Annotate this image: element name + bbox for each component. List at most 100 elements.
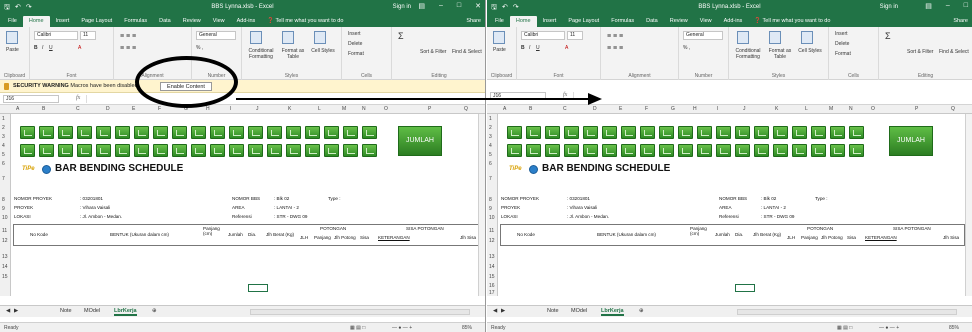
paste-icon[interactable]: [6, 31, 18, 44]
col-header[interactable]: N: [362, 106, 366, 112]
tab-file[interactable]: File: [2, 16, 23, 27]
delete-cells[interactable]: Delete: [835, 41, 849, 47]
selected-cell-j16[interactable]: [248, 284, 268, 292]
row-header[interactable]: 9: [2, 206, 5, 212]
find-select-label[interactable]: Find & Select: [452, 49, 482, 55]
sheet-tab-model[interactable]: MOdel: [571, 308, 587, 314]
shape-button[interactable]: [362, 126, 377, 139]
jumlah-button[interactable]: JUMLAH: [889, 126, 933, 156]
shape-button[interactable]: [678, 144, 693, 157]
sort-filter-label[interactable]: Sort & Filter: [907, 49, 933, 55]
cell-styles-icon[interactable]: [314, 31, 326, 44]
align-icons-2[interactable]: ≡ ≡ ≡: [120, 45, 136, 52]
row-header[interactable]: 13: [489, 254, 495, 260]
row-header[interactable]: 9: [489, 206, 492, 212]
close-icon[interactable]: ✕: [475, 2, 481, 10]
tab-insert[interactable]: Insert: [50, 16, 76, 27]
zoom-slider[interactable]: — ● — +: [392, 325, 412, 331]
italic-icon[interactable]: I: [42, 45, 43, 51]
sign-in-link[interactable]: Sign in: [880, 4, 898, 10]
sort-filter-label[interactable]: Sort & Filter: [420, 49, 446, 55]
shape-button[interactable]: [77, 144, 92, 157]
insert-cells[interactable]: Insert: [835, 31, 848, 37]
shape-button[interactable]: [564, 126, 579, 139]
vertical-scrollbar[interactable]: [478, 114, 485, 296]
row-header[interactable]: 6: [2, 161, 5, 167]
minimize-icon[interactable]: –: [439, 2, 443, 10]
row-header[interactable]: 4: [489, 143, 492, 149]
shape-button[interactable]: [678, 126, 693, 139]
shape-button[interactable]: [621, 126, 636, 139]
percent-icon[interactable]: % ,: [683, 45, 690, 51]
conditional-formatting-icon[interactable]: [250, 31, 262, 44]
col-header[interactable]: Q: [464, 106, 468, 112]
shape-button[interactable]: [792, 144, 807, 157]
col-header[interactable]: F: [158, 106, 161, 112]
row-header[interactable]: 5: [489, 152, 492, 158]
underline-icon[interactable]: U: [536, 45, 540, 51]
col-header[interactable]: L: [805, 106, 808, 112]
zoom-level[interactable]: 85%: [949, 325, 959, 331]
shape-button[interactable]: [115, 126, 130, 139]
row-header[interactable]: 1: [2, 116, 5, 122]
shape-button[interactable]: [324, 126, 339, 139]
col-header[interactable]: E: [619, 106, 622, 112]
worksheet-grid[interactable]: 1 2 3 4 5 6 7 8 9 10 11 12 13 14 15 16 1…: [487, 114, 972, 296]
tab-home[interactable]: Home: [22, 16, 50, 27]
row-header[interactable]: 1: [489, 116, 492, 122]
tab-page-layout[interactable]: Page Layout: [562, 16, 605, 27]
worksheet-grid[interactable]: 1 2 3 4 5 6 7 8 9 10 11 12 13 14 15 JUML…: [0, 114, 485, 296]
row-header[interactable]: 14: [2, 264, 8, 270]
shape-button[interactable]: [849, 144, 864, 157]
row-header[interactable]: 13: [2, 254, 8, 260]
font-size-select[interactable]: 11: [80, 31, 96, 40]
autosum-icon[interactable]: Σ: [885, 31, 891, 41]
tab-page-layout[interactable]: Page Layout: [75, 16, 118, 27]
col-header[interactable]: D: [106, 106, 110, 112]
align-icons[interactable]: ≡ ≡ ≡: [120, 33, 136, 40]
tab-view[interactable]: View: [694, 16, 718, 27]
row-header[interactable]: 7: [489, 176, 492, 182]
row-header[interactable]: 15: [489, 274, 495, 280]
shape-button[interactable]: [659, 126, 674, 139]
col-header[interactable]: O: [871, 106, 875, 112]
shape-button[interactable]: [507, 144, 522, 157]
percent-icon[interactable]: % ,: [196, 45, 203, 51]
shape-button[interactable]: [96, 144, 111, 157]
delete-cells[interactable]: Delete: [348, 41, 362, 47]
share-button[interactable]: Share: [466, 16, 481, 27]
maximize-icon[interactable]: □: [457, 2, 461, 10]
shape-button[interactable]: [811, 126, 826, 139]
add-sheet-icon[interactable]: ⊕: [639, 308, 644, 314]
minimize-icon[interactable]: –: [946, 2, 950, 10]
prev-sheet-icon[interactable]: ◀: [6, 308, 10, 314]
tell-me-search[interactable]: ❓ Tell me what you want to do: [261, 16, 349, 27]
next-sheet-icon[interactable]: ▶: [501, 308, 505, 314]
tab-home[interactable]: Home: [509, 16, 537, 27]
sign-in-link[interactable]: Sign in: [393, 4, 411, 10]
format-cells[interactable]: Format: [835, 51, 851, 57]
row-header[interactable]: 11: [2, 228, 7, 234]
row-header[interactable]: 3: [2, 134, 5, 140]
cell-styles-icon[interactable]: [801, 31, 813, 44]
shape-button[interactable]: [526, 144, 541, 157]
col-header[interactable]: D: [593, 106, 597, 112]
formula-input[interactable]: [573, 92, 964, 100]
col-header[interactable]: K: [775, 106, 778, 112]
shape-button[interactable]: [96, 126, 111, 139]
ribbon-display-icon[interactable]: ▤: [418, 2, 425, 10]
format-table-icon[interactable]: [282, 31, 294, 44]
conditional-formatting-icon[interactable]: [737, 31, 749, 44]
tab-formulas[interactable]: Formulas: [118, 16, 153, 27]
tab-review[interactable]: Review: [664, 16, 694, 27]
sheet-tab-lbrkerja[interactable]: LbrKerja: [601, 308, 624, 316]
shape-button[interactable]: [153, 144, 168, 157]
row-header[interactable]: 10: [2, 215, 8, 221]
shape-button[interactable]: [248, 144, 263, 157]
col-header[interactable]: B: [42, 106, 45, 112]
col-header[interactable]: O: [384, 106, 388, 112]
shape-button[interactable]: [716, 126, 731, 139]
shape-button[interactable]: [210, 144, 225, 157]
row-header[interactable]: 11: [489, 228, 494, 234]
tab-file[interactable]: File: [489, 16, 510, 27]
